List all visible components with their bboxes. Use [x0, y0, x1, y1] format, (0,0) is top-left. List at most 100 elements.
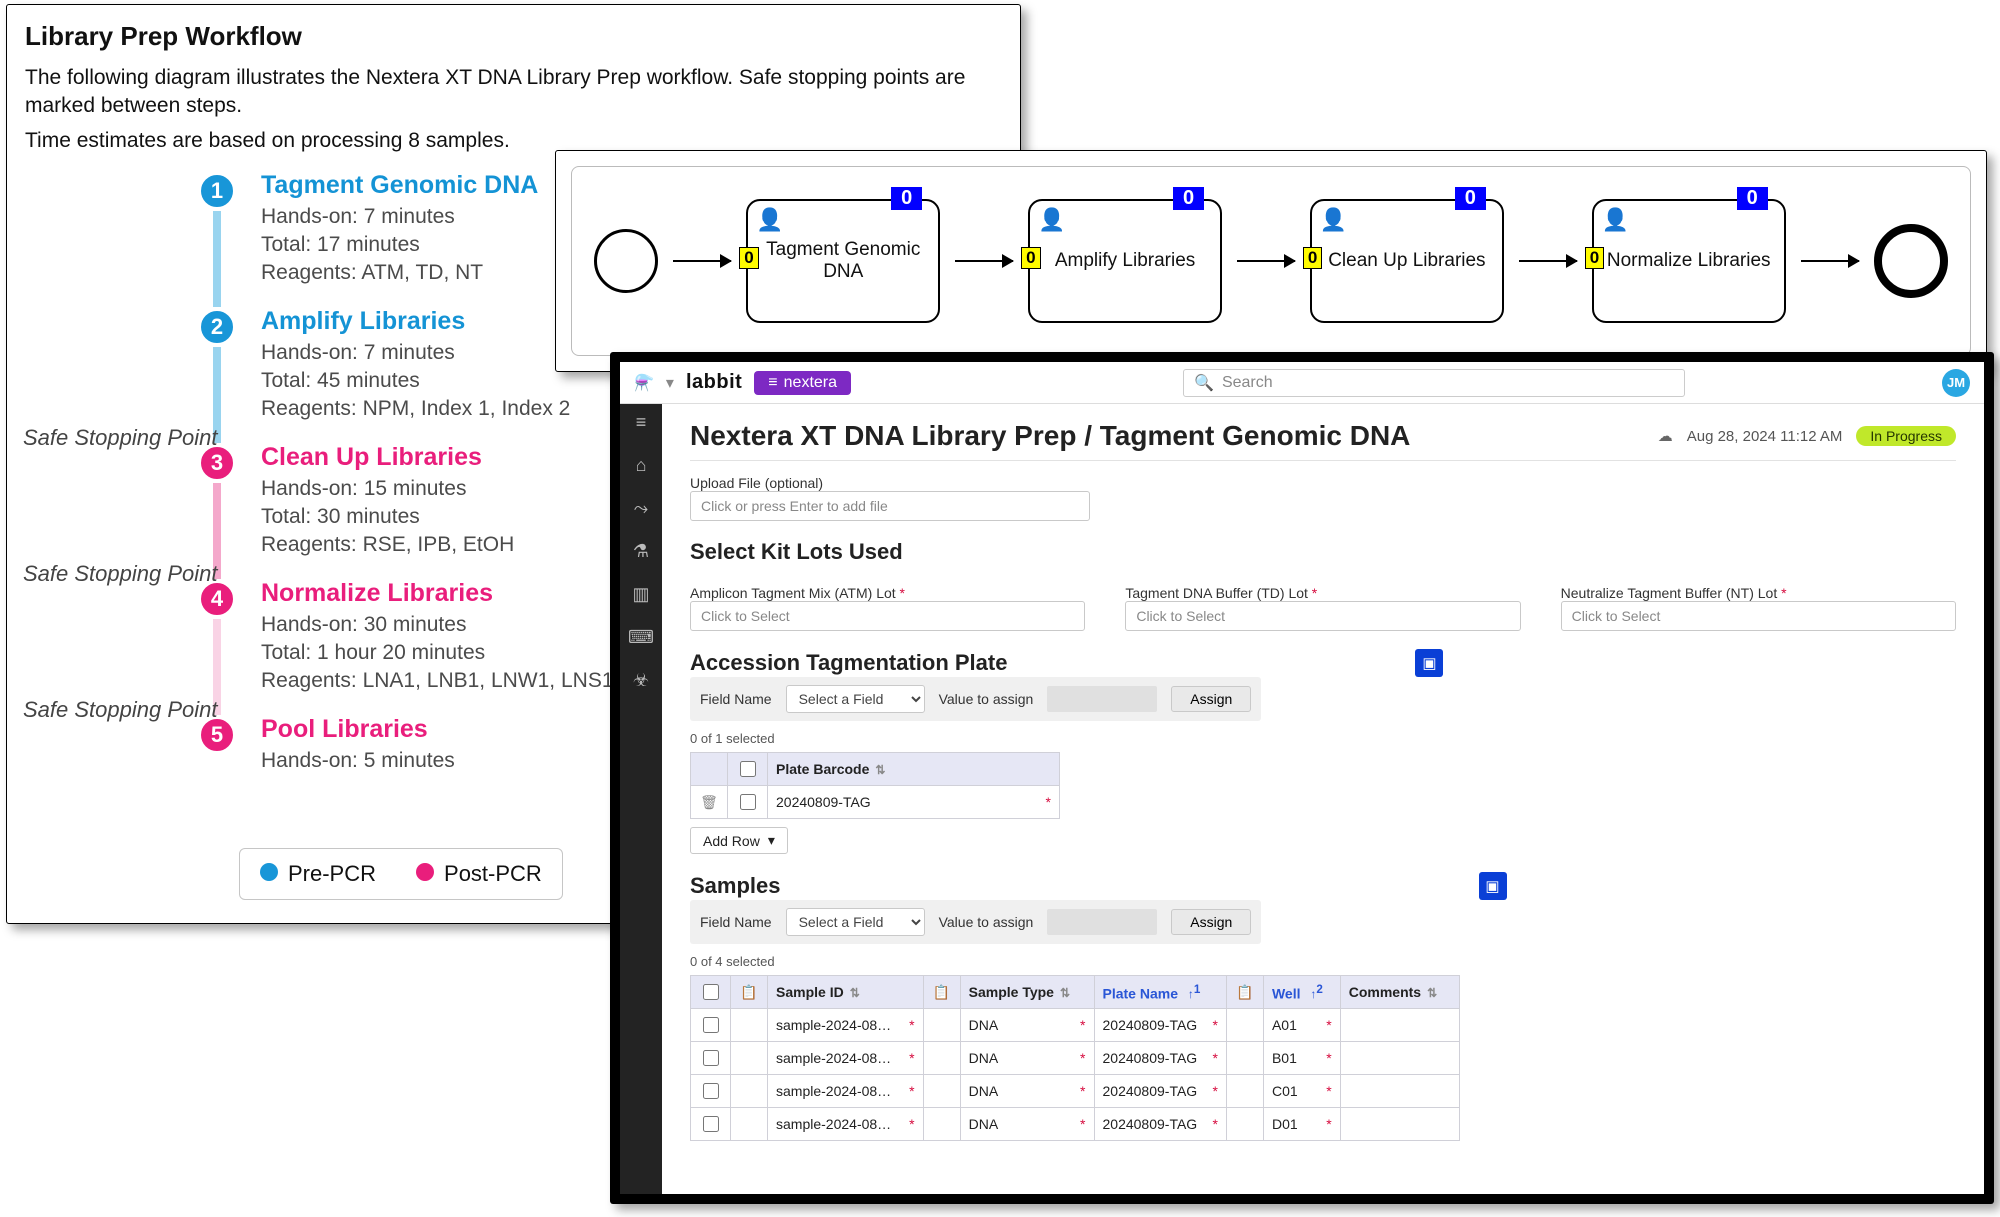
- copy-col-icon[interactable]: 📋: [731, 976, 768, 1009]
- plate-assign-button[interactable]: Assign: [1171, 686, 1251, 712]
- bpmn-arrow: [1237, 260, 1295, 262]
- plate-header: Accession Tagmentation Plate: [690, 650, 1007, 676]
- home-icon[interactable]: ⌂: [636, 455, 647, 476]
- sort-icon[interactable]: ⇅: [850, 986, 860, 1000]
- sample-row-checkbox[interactable]: [703, 1017, 719, 1033]
- plate-field-select[interactable]: Select a Field: [786, 685, 925, 713]
- bpmn-task-amplify[interactable]: 👤 0 0 Amplify Libraries: [1028, 199, 1222, 323]
- samples-assign-value[interactable]: [1047, 909, 1157, 935]
- cell-sample-type[interactable]: DNA: [969, 1050, 999, 1066]
- bpmn-task-cleanup[interactable]: 👤 0 0 Clean Up Libraries: [1310, 199, 1504, 323]
- page-title: Nextera XT DNA Library Prep / Tagment Ge…: [690, 420, 1644, 452]
- bpmn-left-badge: 0: [1303, 247, 1322, 269]
- bpmn-task-label: Amplify Libraries: [1055, 250, 1195, 272]
- cell-sample-id[interactable]: sample-2024-08…: [776, 1050, 891, 1066]
- copy-col-icon[interactable]: 📋: [923, 976, 960, 1009]
- td-lot-select[interactable]: Click to Select: [1125, 601, 1520, 631]
- table-row[interactable]: 🗑 20240809-TAG*: [691, 786, 1060, 819]
- scan-icon[interactable]: ▣: [1479, 872, 1507, 900]
- delete-row-icon[interactable]: 🗑: [691, 786, 728, 819]
- col-comments[interactable]: Comments: [1349, 984, 1421, 1000]
- safe-stopping-point-label: Safe Stopping Point: [23, 559, 217, 589]
- col-sample-type[interactable]: Sample Type: [969, 984, 1054, 1000]
- cell-well[interactable]: B01: [1272, 1050, 1297, 1066]
- workflow-icon[interactable]: ⤳: [634, 498, 648, 519]
- plate-select-all-checkbox[interactable]: [740, 761, 756, 777]
- field-name-label: Field Name: [700, 691, 772, 707]
- samples-select-all-checkbox[interactable]: [703, 984, 719, 1000]
- sort-icon[interactable]: ⇅: [1060, 986, 1070, 1000]
- menu-icon[interactable]: ≡: [636, 412, 647, 433]
- cell-well[interactable]: D01: [1272, 1116, 1298, 1132]
- chevron-down-icon[interactable]: ▾: [666, 373, 674, 393]
- plate-table: Plate Barcode ⇅ 🗑 20240809-TAG*: [690, 752, 1060, 819]
- add-row-button[interactable]: Add Row▾: [690, 827, 788, 854]
- barcode-icon[interactable]: ▥: [632, 584, 649, 605]
- bpmn-top-badge: 0: [1455, 187, 1486, 210]
- keyboard-icon[interactable]: ⌨: [628, 627, 654, 648]
- samples-table: 📋 Sample ID⇅ 📋 Sample Type⇅ Plate Name ↑…: [690, 975, 1460, 1141]
- table-row[interactable]: sample-2024-08…*DNA*20240809-TAG*B01*: [691, 1042, 1460, 1075]
- nt-lot-select[interactable]: Click to Select: [1561, 601, 1956, 631]
- reagent-icon[interactable]: ☣: [633, 670, 649, 691]
- plate-assign-value[interactable]: [1047, 686, 1157, 712]
- bpmn-task-tagment[interactable]: 👤 0 0 Tagment Genomic DNA: [746, 199, 940, 323]
- atm-lot-select[interactable]: Click to Select: [690, 601, 1085, 631]
- cell-sample-type[interactable]: DNA: [969, 1116, 999, 1132]
- bpmn-arrow: [673, 260, 731, 262]
- search-input[interactable]: 🔍 Search: [1183, 369, 1685, 397]
- bpmn-arrow: [1801, 260, 1859, 262]
- table-row[interactable]: sample-2024-08…*DNA*20240809-TAG*D01*: [691, 1108, 1460, 1141]
- sort-icon[interactable]: ⇅: [1427, 986, 1437, 1000]
- status-badge: In Progress: [1856, 426, 1956, 446]
- app-icon-flask[interactable]: ⚗️: [634, 373, 654, 393]
- nt-lot-label: Neutralize Tagment Buffer (NT) Lot: [1561, 585, 1956, 601]
- bpmn-left-badge: 0: [1585, 247, 1604, 269]
- samples-selection-count: 0 of 4 selected: [690, 954, 1956, 969]
- cell-plate-name[interactable]: 20240809-TAG: [1103, 1050, 1198, 1066]
- table-row[interactable]: sample-2024-08…*DNA*20240809-TAG*A01*: [691, 1009, 1460, 1042]
- cloud-icon: ☁: [1658, 427, 1673, 445]
- user-task-icon: 👤: [1602, 207, 1629, 233]
- project-chip[interactable]: nextera: [754, 371, 851, 395]
- avatar[interactable]: JM: [1942, 369, 1970, 397]
- legend-post-label: Post-PCR: [444, 861, 542, 886]
- user-task-icon: 👤: [756, 207, 783, 233]
- cell-sample-type[interactable]: DNA: [969, 1017, 999, 1033]
- col-sample-id[interactable]: Sample ID: [776, 984, 844, 1000]
- cell-well[interactable]: C01: [1272, 1083, 1298, 1099]
- plate-col-barcode[interactable]: Plate Barcode: [776, 761, 869, 777]
- samples-header: Samples: [690, 873, 781, 899]
- sample-row-checkbox[interactable]: [703, 1050, 719, 1066]
- user-task-icon: 👤: [1038, 207, 1065, 233]
- plate-row-checkbox[interactable]: [740, 794, 756, 810]
- cell-sample-type[interactable]: DNA: [969, 1083, 999, 1099]
- step-number-badge: 2: [197, 307, 237, 347]
- copy-col-icon[interactable]: 📋: [1226, 976, 1263, 1009]
- cell-plate-name[interactable]: 20240809-TAG: [1103, 1116, 1198, 1132]
- samples-field-select[interactable]: Select a Field: [786, 908, 925, 936]
- sample-row-checkbox[interactable]: [703, 1116, 719, 1132]
- sample-row-checkbox[interactable]: [703, 1083, 719, 1099]
- bpmn-task-normalize[interactable]: 👤 0 0 Normalize Libraries: [1592, 199, 1786, 323]
- sort-icon[interactable]: ⇅: [875, 763, 885, 777]
- lab-icon[interactable]: ⚗: [633, 541, 649, 562]
- samples-assign-button[interactable]: Assign: [1171, 909, 1251, 935]
- cell-sample-id[interactable]: sample-2024-08…: [776, 1116, 891, 1132]
- legend-dot-post: [416, 863, 434, 881]
- table-row[interactable]: sample-2024-08…*DNA*20240809-TAG*C01*: [691, 1075, 1460, 1108]
- cell-plate-name[interactable]: 20240809-TAG: [1103, 1083, 1198, 1099]
- safe-stopping-point-label: Safe Stopping Point: [23, 423, 217, 453]
- legend-pre-label: Pre-PCR: [288, 861, 376, 886]
- scan-icon[interactable]: ▣: [1415, 649, 1443, 677]
- col-plate-name[interactable]: Plate Name: [1103, 985, 1178, 1001]
- cell-plate-name[interactable]: 20240809-TAG: [1103, 1017, 1198, 1033]
- cell-well[interactable]: A01: [1272, 1017, 1297, 1033]
- chevron-down-icon: ▾: [768, 832, 775, 849]
- col-well[interactable]: Well: [1272, 985, 1301, 1001]
- cell-sample-id[interactable]: sample-2024-08…: [776, 1017, 891, 1033]
- user-task-icon: 👤: [1320, 207, 1347, 233]
- cell-sample-id[interactable]: sample-2024-08…: [776, 1083, 891, 1099]
- plate-barcode-cell[interactable]: 20240809-TAG: [776, 794, 871, 810]
- upload-file-input[interactable]: Click or press Enter to add file: [690, 491, 1090, 521]
